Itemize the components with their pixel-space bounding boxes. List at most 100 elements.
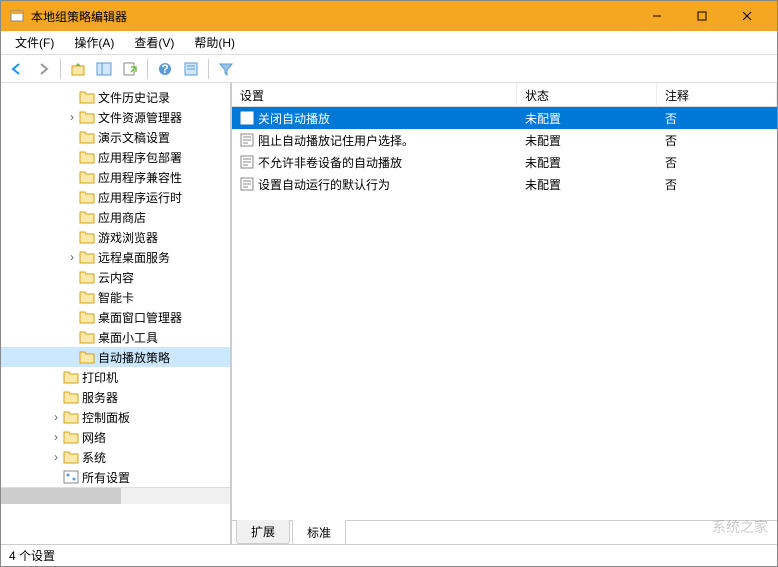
tree-item[interactable]: ·所有设置 <box>1 467 230 487</box>
cell-comment: 否 <box>657 154 777 171</box>
toolbar: ? <box>1 55 777 83</box>
tree-item[interactable]: ·桌面窗口管理器 <box>1 307 230 327</box>
titlebar: 本地组策略编辑器 <box>1 1 777 31</box>
list-row[interactable]: 关闭自动播放 未配置否 <box>232 107 777 129</box>
policy-icon <box>240 177 254 191</box>
statusbar: 4 个设置 <box>1 544 777 566</box>
tree-item[interactable]: ·应用商店 <box>1 207 230 227</box>
tree-item[interactable]: ·应用程序运行时 <box>1 187 230 207</box>
status-text: 4 个设置 <box>9 547 55 564</box>
tree-item-label: 云内容 <box>98 269 134 286</box>
tree-item[interactable]: ›系统 <box>1 447 230 467</box>
setting-label: 设置自动运行的默认行为 <box>258 176 390 193</box>
up-button[interactable] <box>66 57 90 81</box>
tree-item[interactable]: ·智能卡 <box>1 287 230 307</box>
cell-comment: 否 <box>657 176 777 193</box>
cell-setting: 不允许非卷设备的自动播放 <box>232 154 517 171</box>
folder-icon <box>63 390 79 404</box>
tree-item[interactable]: ›控制面板 <box>1 407 230 427</box>
cell-status: 未配置 <box>517 110 657 127</box>
cell-comment: 否 <box>657 110 777 127</box>
tree-item-label: 自动播放策略 <box>98 349 170 366</box>
show-hide-tree-button[interactable] <box>92 57 116 81</box>
list-row[interactable]: 设置自动运行的默认行为 未配置否 <box>232 173 777 195</box>
forward-button[interactable] <box>31 57 55 81</box>
menu-file[interactable]: 文件(F) <box>5 31 64 54</box>
expand-icon[interactable]: › <box>65 110 79 124</box>
tree-item[interactable]: ·服务器 <box>1 387 230 407</box>
list-pane: 设置 状态 注释 关闭自动播放未配置否阻止自动播放记住用户选择。未配置否不允许非… <box>231 83 777 544</box>
tree-item-label: 文件历史记录 <box>98 89 170 106</box>
list-row[interactable]: 不允许非卷设备的自动播放 未配置否 <box>232 151 777 173</box>
menu-view[interactable]: 查看(V) <box>124 31 184 54</box>
policy-icon <box>240 155 254 169</box>
tree-item[interactable]: ·自动播放策略 <box>1 347 230 367</box>
main-area: ·文件历史记录›文件资源管理器·演示文稿设置·应用程序包部署·应用程序兼容性·应… <box>1 83 777 544</box>
folder-icon <box>79 190 95 204</box>
minimize-button[interactable] <box>634 1 679 31</box>
tree-item-label: 网络 <box>82 429 106 446</box>
cell-status: 未配置 <box>517 132 657 149</box>
cell-setting: 关闭自动播放 <box>232 110 517 127</box>
expand-icon[interactable]: › <box>49 430 63 444</box>
properties-button[interactable] <box>179 57 203 81</box>
setting-label: 不允许非卷设备的自动播放 <box>258 154 402 171</box>
tree-item-label: 应用商店 <box>98 209 146 226</box>
column-setting[interactable]: 设置 <box>232 83 517 106</box>
folder-icon <box>63 370 79 384</box>
list-row[interactable]: 阻止自动播放记住用户选择。未配置否 <box>232 129 777 151</box>
folder-icon <box>79 310 95 324</box>
column-status[interactable]: 状态 <box>517 83 657 106</box>
tree-item-label: 打印机 <box>82 369 118 386</box>
tree-item-label: 智能卡 <box>98 289 134 306</box>
folder-icon <box>79 330 95 344</box>
tree-item-label: 服务器 <box>82 389 118 406</box>
menu-help[interactable]: 帮助(H) <box>184 31 245 54</box>
maximize-button[interactable] <box>679 1 724 31</box>
folder-icon <box>79 210 95 224</box>
tree-item[interactable]: ·游戏浏览器 <box>1 227 230 247</box>
tree-item-label: 桌面窗口管理器 <box>98 309 182 326</box>
folder-icon <box>79 90 95 104</box>
tree-item[interactable]: ·演示文稿设置 <box>1 127 230 147</box>
tree: ·文件历史记录›文件资源管理器·演示文稿设置·应用程序包部署·应用程序兼容性·应… <box>1 87 230 487</box>
menu-action[interactable]: 操作(A) <box>64 31 124 54</box>
tree-item-label: 应用程序兼容性 <box>98 169 182 186</box>
folder-icon <box>79 350 95 364</box>
tree-item[interactable]: ›远程桌面服务 <box>1 247 230 267</box>
tree-item[interactable]: ·桌面小工具 <box>1 327 230 347</box>
tab-standard[interactable]: 标准 <box>292 520 346 544</box>
close-button[interactable] <box>724 1 769 31</box>
menubar: 文件(F) 操作(A) 查看(V) 帮助(H) <box>1 31 777 55</box>
tree-item[interactable]: ·云内容 <box>1 267 230 287</box>
tree-pane[interactable]: ·文件历史记录›文件资源管理器·演示文稿设置·应用程序包部署·应用程序兼容性·应… <box>1 83 231 544</box>
folder-icon <box>79 110 95 124</box>
svg-text:?: ? <box>161 62 168 76</box>
filter-button[interactable] <box>214 57 238 81</box>
tree-hscrollbar[interactable] <box>1 487 230 504</box>
export-button[interactable] <box>118 57 142 81</box>
tree-item-label: 文件资源管理器 <box>98 109 182 126</box>
cell-status: 未配置 <box>517 154 657 171</box>
tab-extended[interactable]: 扩展 <box>236 520 290 544</box>
expand-icon[interactable]: › <box>49 450 63 464</box>
column-comment[interactable]: 注释 <box>657 83 777 106</box>
tree-item[interactable]: ·打印机 <box>1 367 230 387</box>
tree-item[interactable]: ·文件历史记录 <box>1 87 230 107</box>
help-button[interactable]: ? <box>153 57 177 81</box>
expand-icon[interactable]: › <box>65 250 79 264</box>
cell-status: 未配置 <box>517 176 657 193</box>
tree-item-label: 游戏浏览器 <box>98 229 158 246</box>
back-button[interactable] <box>5 57 29 81</box>
expand-icon[interactable]: › <box>49 410 63 424</box>
tree-item[interactable]: ·应用程序包部署 <box>1 147 230 167</box>
setting-label: 关闭自动播放 <box>258 110 330 127</box>
folder-icon <box>79 230 95 244</box>
folder-icon <box>63 450 79 464</box>
tree-item[interactable]: ·应用程序兼容性 <box>1 167 230 187</box>
tree-item[interactable]: › 网络 <box>1 427 230 447</box>
cell-setting: 设置自动运行的默认行为 <box>232 176 517 193</box>
tree-item[interactable]: › 文件资源管理器 <box>1 107 230 127</box>
list-body: 关闭自动播放未配置否阻止自动播放记住用户选择。未配置否不允许非卷设备的自动播放未… <box>232 107 777 520</box>
list-header: 设置 状态 注释 <box>232 83 777 107</box>
